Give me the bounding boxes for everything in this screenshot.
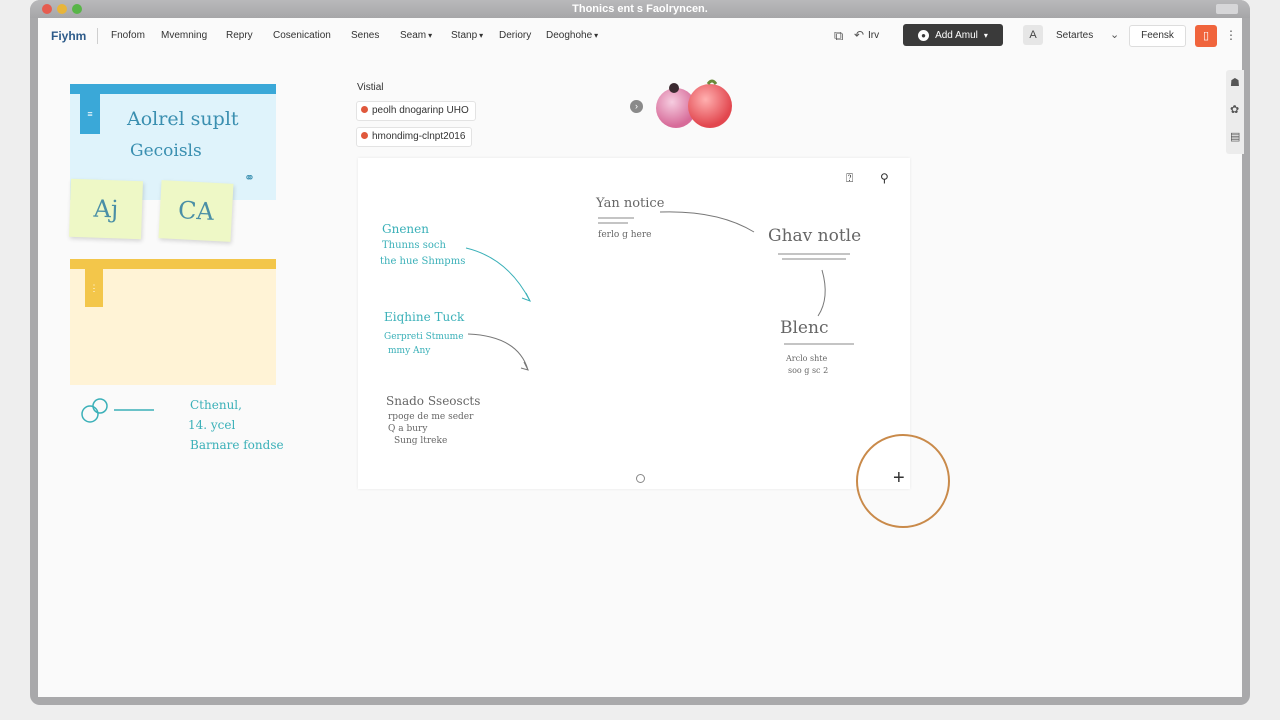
arrow-right-icon[interactable]: ›: [630, 100, 643, 113]
avatar[interactable]: A: [1023, 25, 1043, 45]
note-subheading: Gecoisls: [130, 141, 202, 161]
board-note-2-title: Eiqhine Tuck: [384, 310, 465, 324]
menu-item-1[interactable]: Fnofom: [111, 30, 145, 41]
link-doodle-icon: [81, 398, 154, 423]
chip-label: hmondimg-clnpt2016: [372, 131, 466, 142]
menu-item-8[interactable]: Deriory: [499, 30, 531, 41]
board-note-2-line-2: mmy Any: [388, 346, 431, 356]
add-button[interactable]: ● Add Amul ▾: [903, 24, 1003, 46]
chevron-down-icon: ▾: [479, 31, 484, 40]
section-label: Vistial: [357, 82, 384, 93]
mobile-icon[interactable]: ▯: [1195, 25, 1217, 47]
doodle-icon: ⚭: [244, 170, 255, 185]
whiteboard-card[interactable]: ⍰ ⚲ Gnenen Thunns soch the hue Shmpms Ei…: [358, 158, 910, 489]
board-note-top-line: ferlo g here: [598, 230, 652, 240]
board-note-top-title: Yan notice: [596, 196, 665, 211]
app-content: Fiyhm Fnofom Mvemning Repry Cosenication…: [38, 18, 1244, 697]
chip-2[interactable]: hmondimg-clnpt2016: [356, 127, 473, 147]
note-header-bar: [70, 259, 276, 269]
paint-icon[interactable]: ✿: [1230, 103, 1239, 116]
window-extra-button[interactable]: [1216, 4, 1238, 14]
settings-dropdown[interactable]: Setartes: [1056, 30, 1093, 41]
window-title: Thonics ent s Faolryncen.: [572, 3, 708, 15]
logo-divider: [97, 28, 98, 44]
chevron-down-icon: ▾: [428, 31, 433, 40]
chip-1[interactable]: peolh dnogarinp UHO: [356, 101, 476, 121]
add-button-label: Add Amul: [935, 29, 978, 41]
title-bar: Thonics ent s Faolryncen.: [30, 0, 1250, 18]
app-logo[interactable]: Fiyhm: [51, 29, 86, 43]
menu-item-9[interactable]: Deoghohe ▾: [546, 30, 598, 41]
left-note-line-3: Barnare fondse: [190, 438, 284, 452]
menu-item-7[interactable]: Stanp ▾: [451, 30, 483, 41]
app-window: Thonics ent s Faolryncen. Fiyhm Fnofom M…: [30, 0, 1250, 705]
crosshair-icon: +: [893, 467, 905, 489]
toolbar: Fiyhm Fnofom Mvemning Repry Cosenication…: [38, 18, 1242, 54]
chevron-down-icon[interactable]: ⌄: [1110, 28, 1119, 41]
board-note-blenc-line-2: soo g sc 2: [788, 366, 829, 375]
left-note-line-2: 14. ycel: [188, 418, 236, 432]
menu-item-4[interactable]: Cosenication: [273, 30, 331, 41]
board-note-3-line-3: Sung ltreke: [394, 436, 448, 446]
board-note-3-line-1: rpoge de me seder: [388, 412, 474, 422]
menu-dots-icon[interactable]: ⋮: [1225, 28, 1237, 42]
note-heading: Aolrel suplt: [127, 108, 239, 130]
chevron-down-icon: ▾: [983, 30, 988, 40]
board-note-1-title: Gnenen: [382, 222, 429, 236]
trash-icon[interactable]: ▤: [1230, 130, 1240, 143]
note-header-bar: [70, 84, 276, 94]
inv-button[interactable]: Irv: [868, 30, 879, 41]
board-note-blenc-line-1: Arclo shte: [786, 354, 828, 363]
globe-icon: ●: [918, 29, 930, 41]
chevron-down-icon: ▾: [594, 31, 599, 40]
board-note-right-title: Ghav notle: [768, 226, 862, 246]
fruit-image: [656, 79, 732, 128]
chip-dot-icon: [361, 106, 368, 113]
board-note-1-line-1: Thunns soch: [382, 240, 446, 251]
sticky-note-1[interactable]: Aj: [69, 178, 143, 240]
sticky-note-2[interactable]: CA: [158, 180, 234, 242]
board-note-blenc-title: Blenc: [780, 318, 829, 338]
board-note-3-line-2: Q a bury: [388, 424, 428, 434]
chip-label: peolh dnogarinp UHO: [372, 105, 469, 116]
board-note-3-title: Snado Sseoscts: [386, 394, 481, 408]
menu-item-2[interactable]: Mvemning: [161, 30, 207, 41]
menu-item-6[interactable]: Seam ▾: [400, 30, 432, 41]
board-handle[interactable]: [636, 474, 645, 483]
crop-edit-icon[interactable]: ⧉: [834, 28, 843, 44]
chip-dot-icon: [361, 132, 368, 139]
board-note-2-line-1: Gerpreti Stmume: [384, 332, 464, 342]
side-panel: ☗ ✿ ▤: [1226, 70, 1244, 154]
yellow-note-card[interactable]: ⋮: [70, 259, 276, 385]
person-icon[interactable]: ☗: [1230, 76, 1240, 89]
undo-icon[interactable]: ↶: [854, 28, 864, 42]
menu-item-5[interactable]: Senes: [351, 30, 379, 41]
left-note-line-1: Cthenul,: [190, 398, 242, 412]
note-tab: ⋮: [85, 269, 103, 307]
board-note-1-line-2: the hue Shmpms: [380, 256, 466, 267]
search-input[interactable]: Feensk: [1129, 25, 1186, 47]
note-tab: ≡: [80, 94, 100, 134]
menu-item-3[interactable]: Repry: [226, 30, 253, 41]
